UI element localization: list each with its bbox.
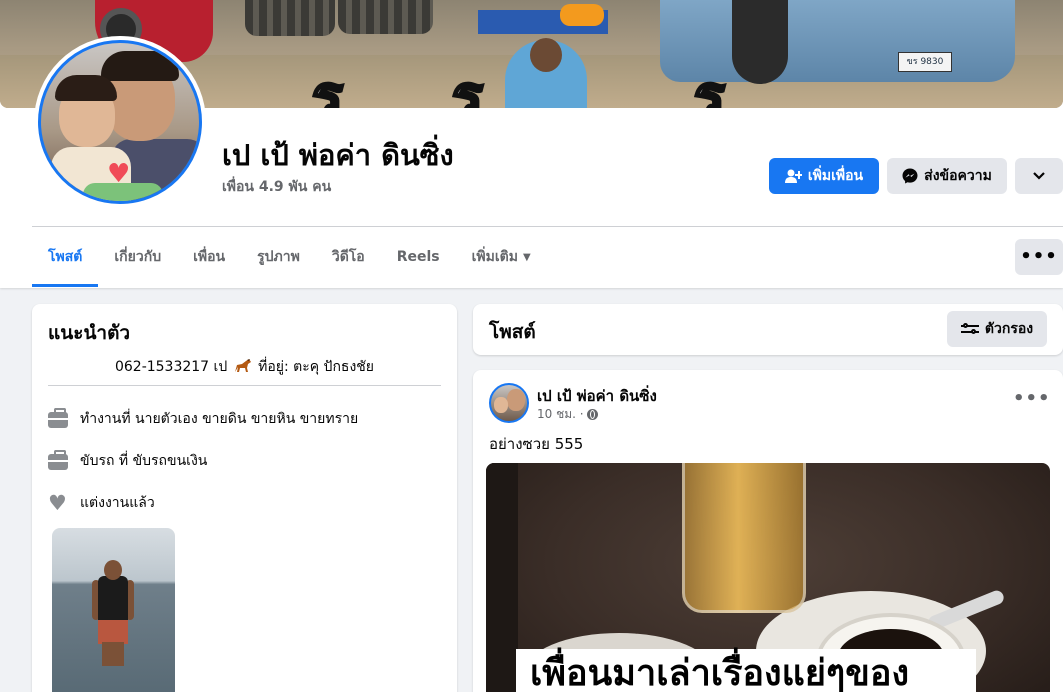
filter-icon [960, 322, 979, 335]
cover-text: ร [692, 63, 726, 109]
cover-text: ร [450, 63, 484, 109]
caret-down-icon: ▼ [522, 251, 531, 263]
intro-work-item: ขับรถ ที่ ขับรถขนเงิน [48, 450, 207, 472]
profile-options-button[interactable] [1015, 158, 1063, 194]
message-label: ส่งข้อความ [924, 168, 992, 184]
post-meta: 10 ชม. · [537, 405, 598, 424]
more-dots-icon: ••• [1020, 246, 1058, 267]
post-author-avatar[interactable] [489, 383, 529, 423]
tab-friends[interactable]: เพื่อน [177, 227, 241, 287]
tab-videos[interactable]: วิดีโอ [316, 227, 381, 287]
tab-about[interactable]: เกี่ยวกับ [98, 227, 177, 287]
messenger-icon [902, 168, 918, 184]
heart-icon: ♥ [48, 491, 67, 515]
briefcase-icon [48, 408, 68, 429]
posts-title: โพสต์ [489, 321, 536, 343]
chevron-down-icon [1033, 172, 1045, 180]
tab-reels[interactable]: Reels [381, 227, 456, 287]
featured-photo[interactable] [52, 528, 175, 692]
filter-label: ตัวกรอง [984, 321, 1034, 337]
posts-header: โพสต์ ตัวกรอง [473, 304, 1063, 355]
cover-text: ร [310, 63, 344, 109]
filter-button[interactable]: ตัวกรอง [947, 311, 1047, 347]
more-dots-icon: ••• [1013, 388, 1051, 409]
tabs-more-options-button[interactable]: ••• [1015, 239, 1063, 275]
post-image[interactable]: เพื่อนมาเล่าเรื่องแย่ๆของ [486, 463, 1050, 692]
message-button[interactable]: ส่งข้อความ [887, 158, 1007, 194]
profile-header: ขร 9830 ร ร ร ♥ เป เป้ พ่อค่า ดินซิ่ง เพ… [0, 0, 1063, 288]
post-text: อย่างซวย 555 [489, 435, 584, 453]
horse-emoji-icon [234, 359, 251, 372]
post-options-button[interactable]: ••• [1013, 388, 1050, 416]
intro-bio: 062-1533217 เป ที่อยู่: ตะคุ ปักธงชัย [114, 359, 375, 375]
add-friend-icon [784, 169, 802, 183]
profile-tabs: โพสต์ เกี่ยวกับ เพื่อน รูปภาพ วิดีโอ Ree… [32, 227, 547, 287]
tab-photos[interactable]: รูปภาพ [241, 227, 316, 287]
briefcase-icon [48, 450, 68, 471]
add-friend-button[interactable]: เพิ่มเพื่อน [769, 158, 879, 194]
post-image-caption: เพื่อนมาเล่าเรื่องแย่ๆของ [530, 653, 910, 692]
tab-posts[interactable]: โพสต์ [32, 227, 99, 287]
add-friend-label: เพิ่มเพื่อน [807, 168, 864, 184]
intro-title: แนะนำตัว [48, 322, 131, 344]
globe-icon [586, 409, 598, 420]
license-plate: ขร 9830 [898, 52, 952, 72]
post-timestamp[interactable]: 10 ชม. · [537, 405, 584, 424]
intro-relationship-item: ♥ แต่งงานแล้ว [48, 491, 155, 515]
profile-name: เป เป้ พ่อค่า ดินซิ่ง [222, 138, 454, 172]
tab-more[interactable]: เพิ่มเติม ▼ [456, 227, 547, 287]
intro-work-item: ทำงานที่ นายตัวเอง ขายดิน ขายหิน ขายทราย [48, 408, 358, 430]
profile-picture[interactable]: ♥ [34, 36, 206, 208]
friends-count[interactable]: เพื่อน 4.9 พัน คน [222, 176, 331, 198]
intro-divider [48, 385, 441, 386]
post-card: เป เป้ พ่อค่า ดินซิ่ง 10 ชม. · ••• อย่าง… [473, 370, 1063, 692]
intro-card: แนะนำตัว 062-1533217 เป ที่อยู่: ตะคุ ปั… [32, 304, 457, 692]
